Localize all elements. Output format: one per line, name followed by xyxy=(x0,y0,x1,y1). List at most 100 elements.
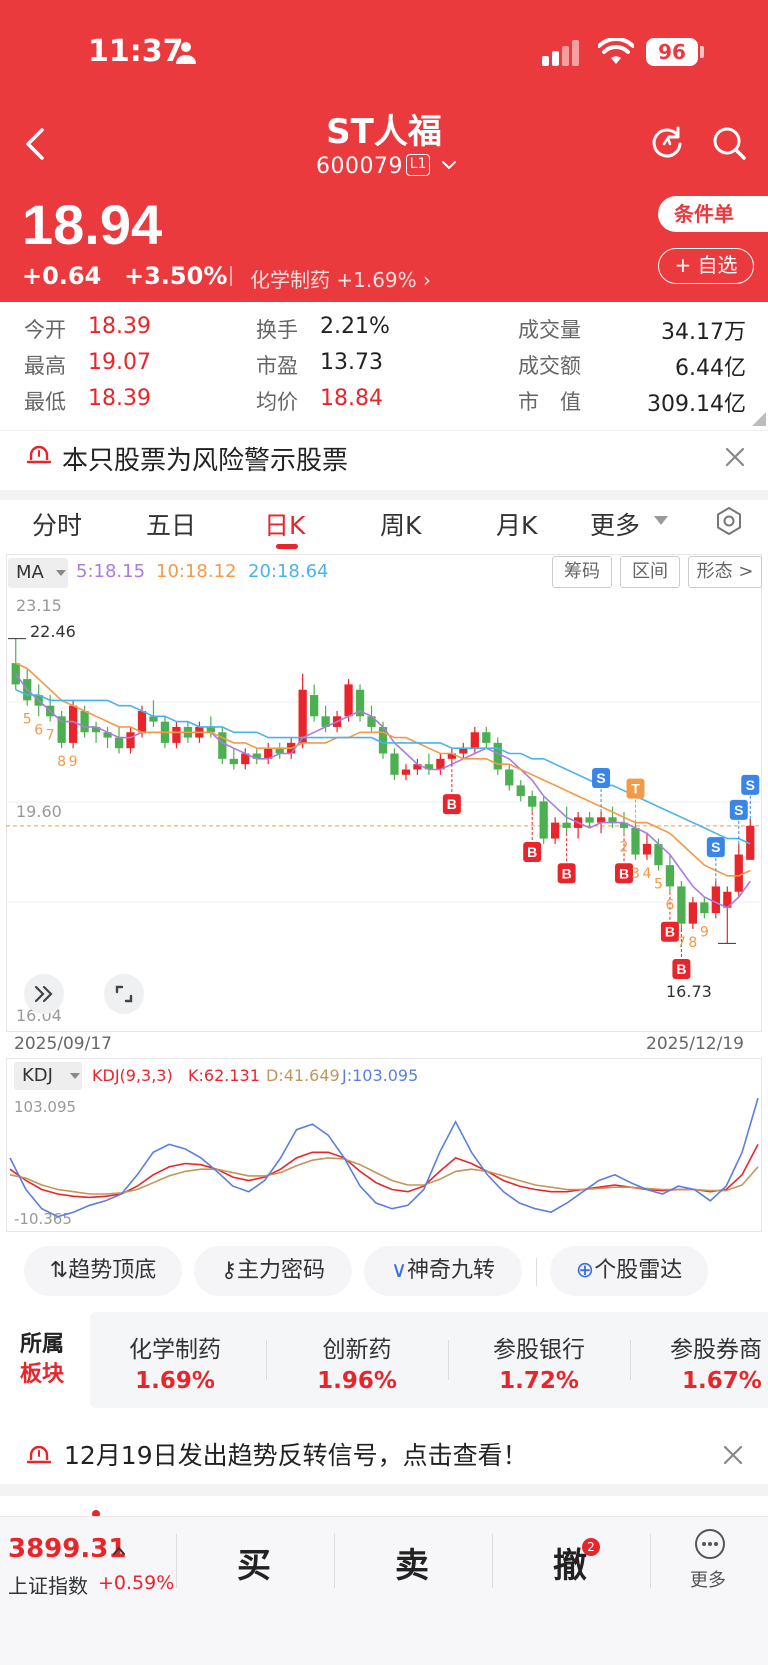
candle-body xyxy=(539,801,548,839)
kdj-j-legend: J:103.095 xyxy=(342,1066,419,1085)
current-price: 18.94 xyxy=(22,193,163,256)
sector-link-label: 化学制药 +1.69% xyxy=(250,268,417,292)
tab-monthly-k[interactable]: 月K xyxy=(496,506,537,542)
avg-value: 18.84 xyxy=(320,386,383,411)
candle-body xyxy=(505,769,514,786)
candle-body xyxy=(149,716,158,722)
candle-body xyxy=(114,737,124,749)
radar-icon: ⊕ xyxy=(575,1258,595,1283)
open-value: 18.39 xyxy=(88,314,151,339)
sector-name[interactable]: 参股券商 xyxy=(646,1330,768,1364)
close-icon[interactable] xyxy=(722,1444,744,1466)
mcap-label: 市 值 xyxy=(518,390,581,414)
caret-down-icon xyxy=(70,1073,80,1079)
close-icon[interactable] xyxy=(724,446,746,468)
buy-button[interactable]: 买 xyxy=(214,1538,294,1587)
candle-body xyxy=(137,710,147,733)
kdj-chart[interactable] xyxy=(6,1092,762,1232)
open-label: 今开 xyxy=(24,318,66,342)
divider xyxy=(448,1340,449,1380)
search-icon[interactable] xyxy=(710,124,748,162)
trend-top-bottom-button[interactable]: ⇅趋势顶底 xyxy=(24,1246,182,1296)
divider xyxy=(334,1534,335,1588)
chevron-up-icon xyxy=(113,1546,125,1555)
kdj-d-legend: D:41.649 xyxy=(266,1066,340,1085)
tab-more[interactable]: 更多 xyxy=(590,506,640,542)
expand-corner-icon[interactable] xyxy=(752,412,766,426)
sector-link[interactable]: 化学制药 +1.69% › xyxy=(250,264,431,293)
index-value[interactable]: 3899.31 xyxy=(8,1534,126,1564)
signal-label: S xyxy=(746,777,755,793)
ma10-legend: 10:18.12 xyxy=(156,561,237,582)
high-label: 最高 xyxy=(24,354,66,378)
pattern-button[interactable]: 形态 > xyxy=(688,556,762,588)
stock-code[interactable]: 600079 xyxy=(316,154,403,179)
signal-label: B xyxy=(447,796,457,812)
refresh-icon[interactable] xyxy=(648,124,686,162)
main-force-code-button[interactable]: ⚷主力密码 xyxy=(194,1246,352,1296)
signal-label: B xyxy=(619,865,629,881)
ma10-line xyxy=(15,662,751,877)
tab-daily-k[interactable]: 日K xyxy=(264,506,305,542)
candle-body xyxy=(229,758,238,765)
cancel-count-badge: 2 xyxy=(582,1538,600,1556)
candle-body xyxy=(80,710,89,733)
more-label[interactable]: 更多 xyxy=(690,1566,726,1592)
active-tab-indicator xyxy=(276,544,298,549)
settings-icon[interactable] xyxy=(714,506,744,536)
candle-body xyxy=(390,753,399,775)
sell-button[interactable]: 卖 xyxy=(372,1538,452,1587)
nine-count-label: 9 xyxy=(700,924,709,940)
signal-label: B xyxy=(676,961,686,977)
fullscreen-icon xyxy=(115,985,133,1003)
min-price-label: 16.73 xyxy=(666,982,712,1001)
candle-body xyxy=(631,827,640,855)
add-favorite-button[interactable]: + 自选 xyxy=(658,248,754,284)
divider xyxy=(266,1340,267,1380)
tab-intraday[interactable]: 分时 xyxy=(32,506,82,542)
divider xyxy=(630,1340,631,1380)
section-gap xyxy=(0,1484,768,1496)
tab-five-day[interactable]: 五日 xyxy=(146,506,196,542)
tab-weekly-k[interactable]: 周K xyxy=(380,506,421,542)
cellular-signal-icon xyxy=(542,40,579,66)
candle-body xyxy=(562,822,571,828)
divider xyxy=(492,1534,493,1588)
stock-radar-button[interactable]: ⊕个股雷达 xyxy=(550,1246,708,1296)
low-value: 18.39 xyxy=(88,386,151,411)
sector-change: 1.96% xyxy=(317,1368,397,1394)
candle-body xyxy=(57,716,66,743)
candle-body xyxy=(11,663,20,685)
signal-label: B xyxy=(527,844,537,860)
candle-body xyxy=(551,822,560,839)
sector-name[interactable]: 化学制药 xyxy=(100,1330,250,1364)
tool-label: 个股雷达 xyxy=(594,1258,683,1283)
range-button[interactable]: 区间 xyxy=(620,556,680,588)
expand-chart-button[interactable] xyxy=(24,974,64,1014)
candle-body xyxy=(516,785,525,797)
check-wave-icon: ∨ xyxy=(390,1258,408,1283)
kline-chart[interactable]: BBB BBBSTSSS56 78 923 4567 89 xyxy=(6,592,762,1032)
index-name[interactable]: 上证指数 xyxy=(8,1570,88,1599)
mcap-value: 309.14亿 xyxy=(647,392,746,417)
sector-name[interactable]: 创新药 xyxy=(282,1330,432,1364)
fullscreen-button[interactable] xyxy=(104,974,144,1014)
conditional-order-button[interactable]: 条件单 xyxy=(658,196,768,232)
chips-button[interactable]: 筹码 xyxy=(552,556,612,588)
more-dots-icon[interactable] xyxy=(694,1528,726,1560)
sector-name[interactable]: 参股银行 xyxy=(464,1330,614,1364)
sector-label: 所属 板块 xyxy=(20,1330,76,1390)
sector-change: 1.72% xyxy=(499,1368,579,1394)
y-axis-top-label: 23.15 xyxy=(16,596,62,615)
signal-label: S xyxy=(596,770,605,786)
battery-indicator: 96 xyxy=(646,38,698,66)
chevron-down-icon[interactable] xyxy=(440,156,458,174)
magic-nine-button[interactable]: ∨神奇九转 xyxy=(364,1246,522,1296)
candle-body xyxy=(298,689,307,743)
nine-count-label: 5 xyxy=(23,712,32,728)
divider xyxy=(536,1258,537,1286)
level-badge[interactable]: L1 xyxy=(406,154,430,176)
ma20-line xyxy=(15,688,751,845)
candle-body xyxy=(493,742,502,770)
caret-down-icon xyxy=(56,570,66,576)
